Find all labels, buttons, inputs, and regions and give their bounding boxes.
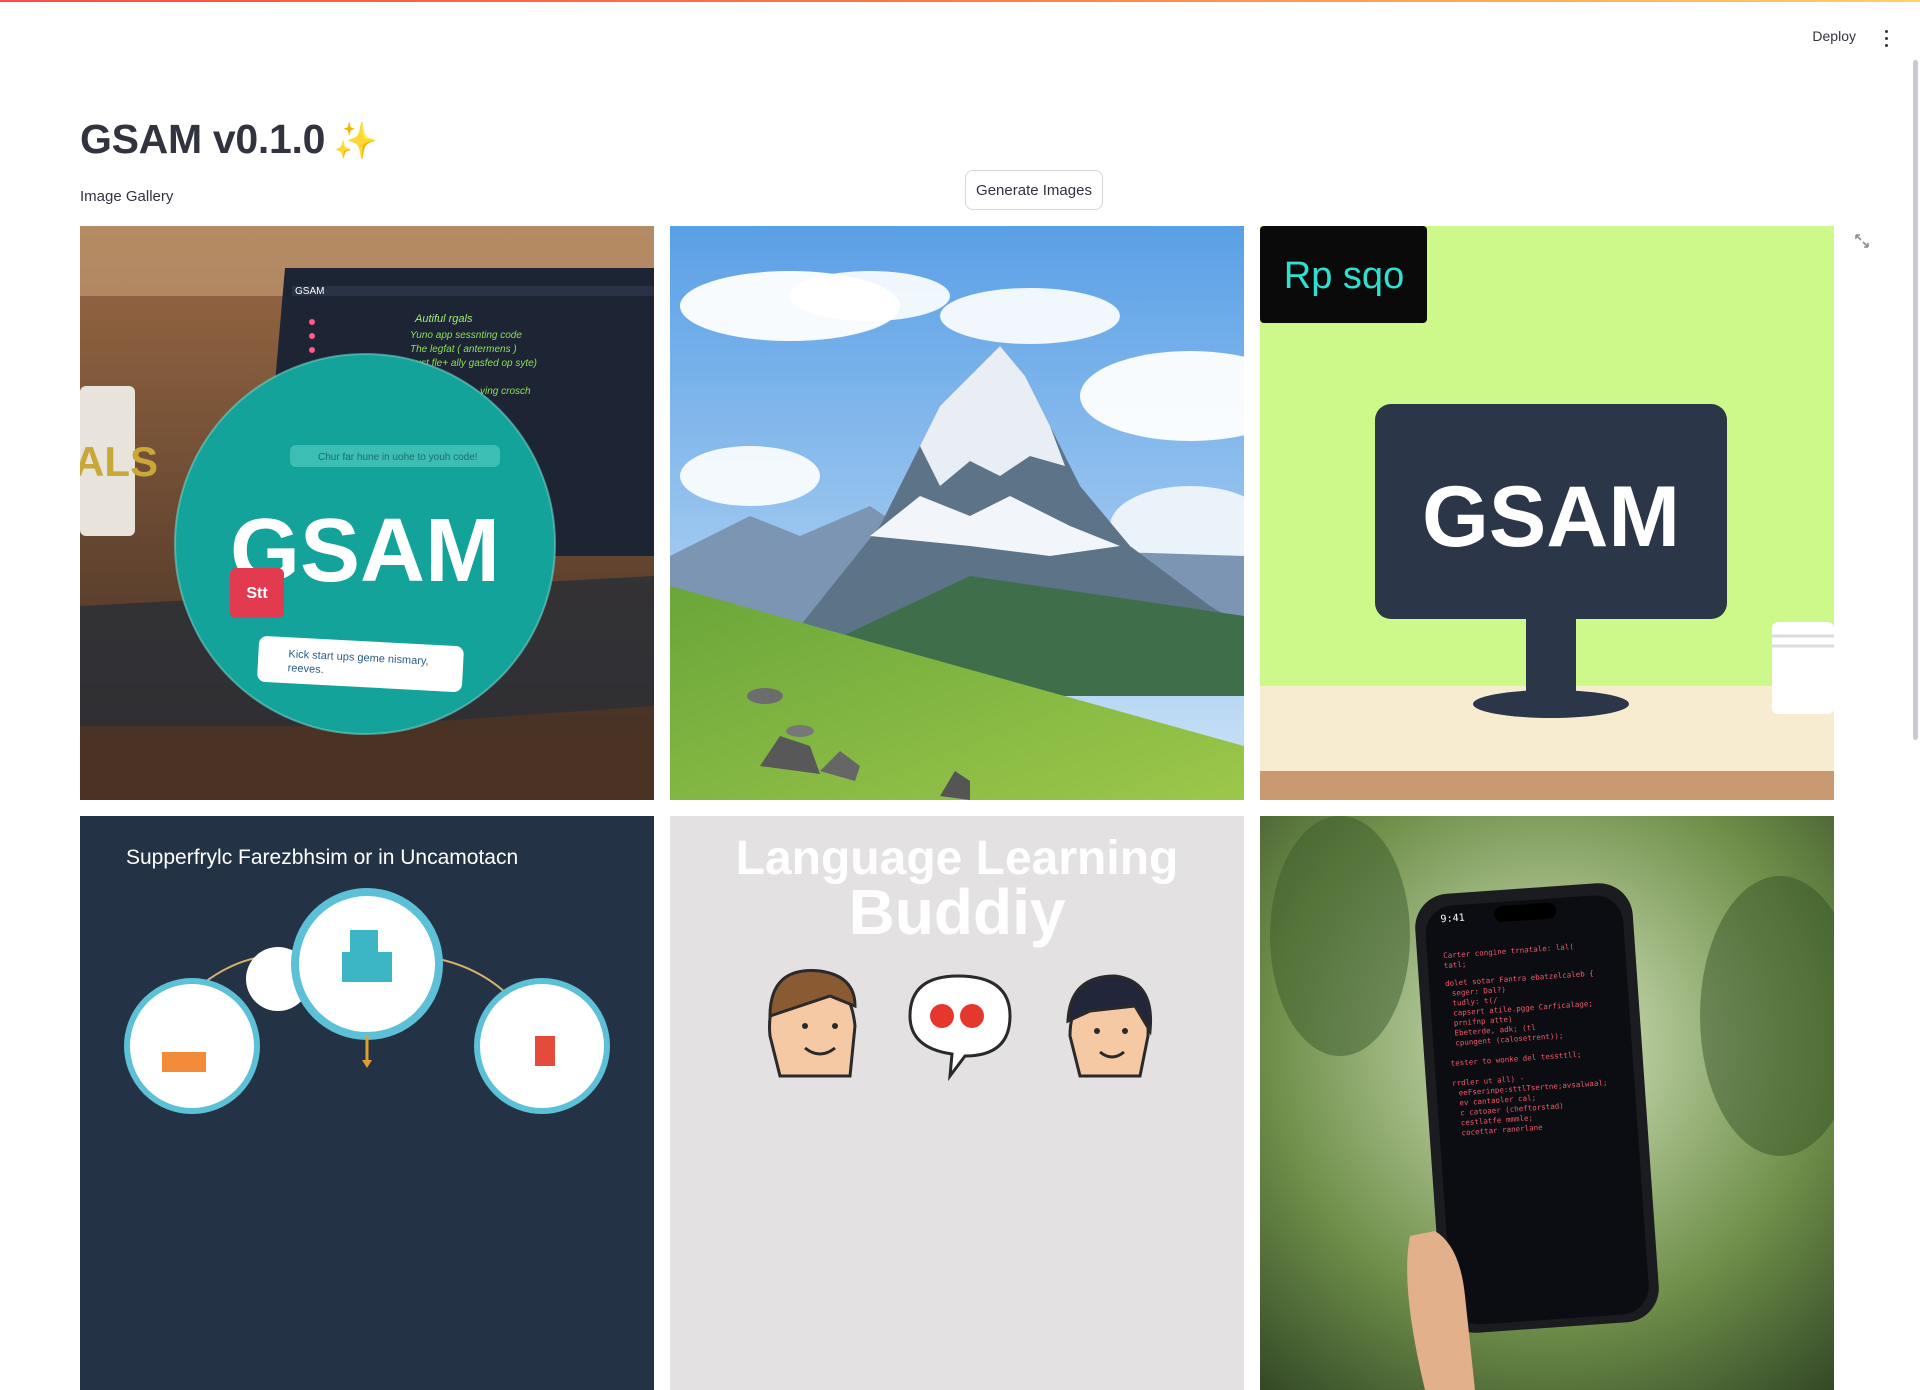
svg-text:Autiful rgals: Autiful rgals: [414, 313, 473, 325]
gallery-image-5[interactable]: Language Learning Buddiy: [670, 816, 1244, 1390]
phone-time: 9:41: [1440, 913, 1465, 926]
buddy-heading-2: Buddiy: [849, 876, 1066, 948]
app-header: Deploy: [0, 2, 1920, 72]
main-menu-button[interactable]: [1877, 24, 1895, 52]
svg-text:Chur far hune in uohe to youh: Chur far hune in uohe to youh code!: [318, 452, 478, 463]
diagram-heading: Supperfrylc Farezbhsim or in Uncamotacn: [126, 846, 518, 869]
gallery-image-3[interactable]: Rp sqo GSAM: [1260, 226, 1834, 800]
svg-text:ving crosch: ving crosch: [480, 386, 531, 397]
gallery-subtitle: Image Gallery: [80, 188, 174, 205]
page-scrollbar[interactable]: [1912, 60, 1920, 740]
badge-text: Stt: [246, 585, 268, 602]
deploy-button[interactable]: Deploy: [1804, 22, 1864, 50]
mug-text: ALS: [80, 438, 158, 485]
monitor-text: GSAM: [1422, 469, 1680, 565]
gallery-image-1[interactable]: ALS GSAM Autiful rgals Yuno app sessntin…: [80, 226, 654, 800]
vertical-dots-icon: [1884, 30, 1888, 33]
generate-images-button[interactable]: Generate Images: [965, 170, 1103, 210]
expand-icon[interactable]: [1853, 232, 1871, 250]
sparkles-icon: ✨: [333, 120, 378, 161]
svg-text:Yuno app sessnting code: Yuno app sessnting code: [410, 330, 522, 341]
page-title-text: GSAM v0.1.0: [80, 116, 326, 162]
gallery-image-4[interactable]: Supperfrylc Farezbhsim or in Uncamotacn: [80, 816, 654, 1390]
gallery-image-2[interactable]: [670, 226, 1244, 800]
svg-text:GSAM: GSAM: [295, 286, 324, 297]
scrollbar-thumb[interactable]: [1913, 60, 1918, 740]
svg-text:The legfat ( antermens ): The legfat ( antermens ): [410, 344, 517, 355]
gallery-image-6[interactable]: 9:41 Carter congine trnatale: lal( tatl;…: [1260, 816, 1834, 1390]
page-title: GSAM v0.1.0 ✨: [80, 116, 378, 163]
corner-label: Rp sqo: [1284, 255, 1404, 297]
